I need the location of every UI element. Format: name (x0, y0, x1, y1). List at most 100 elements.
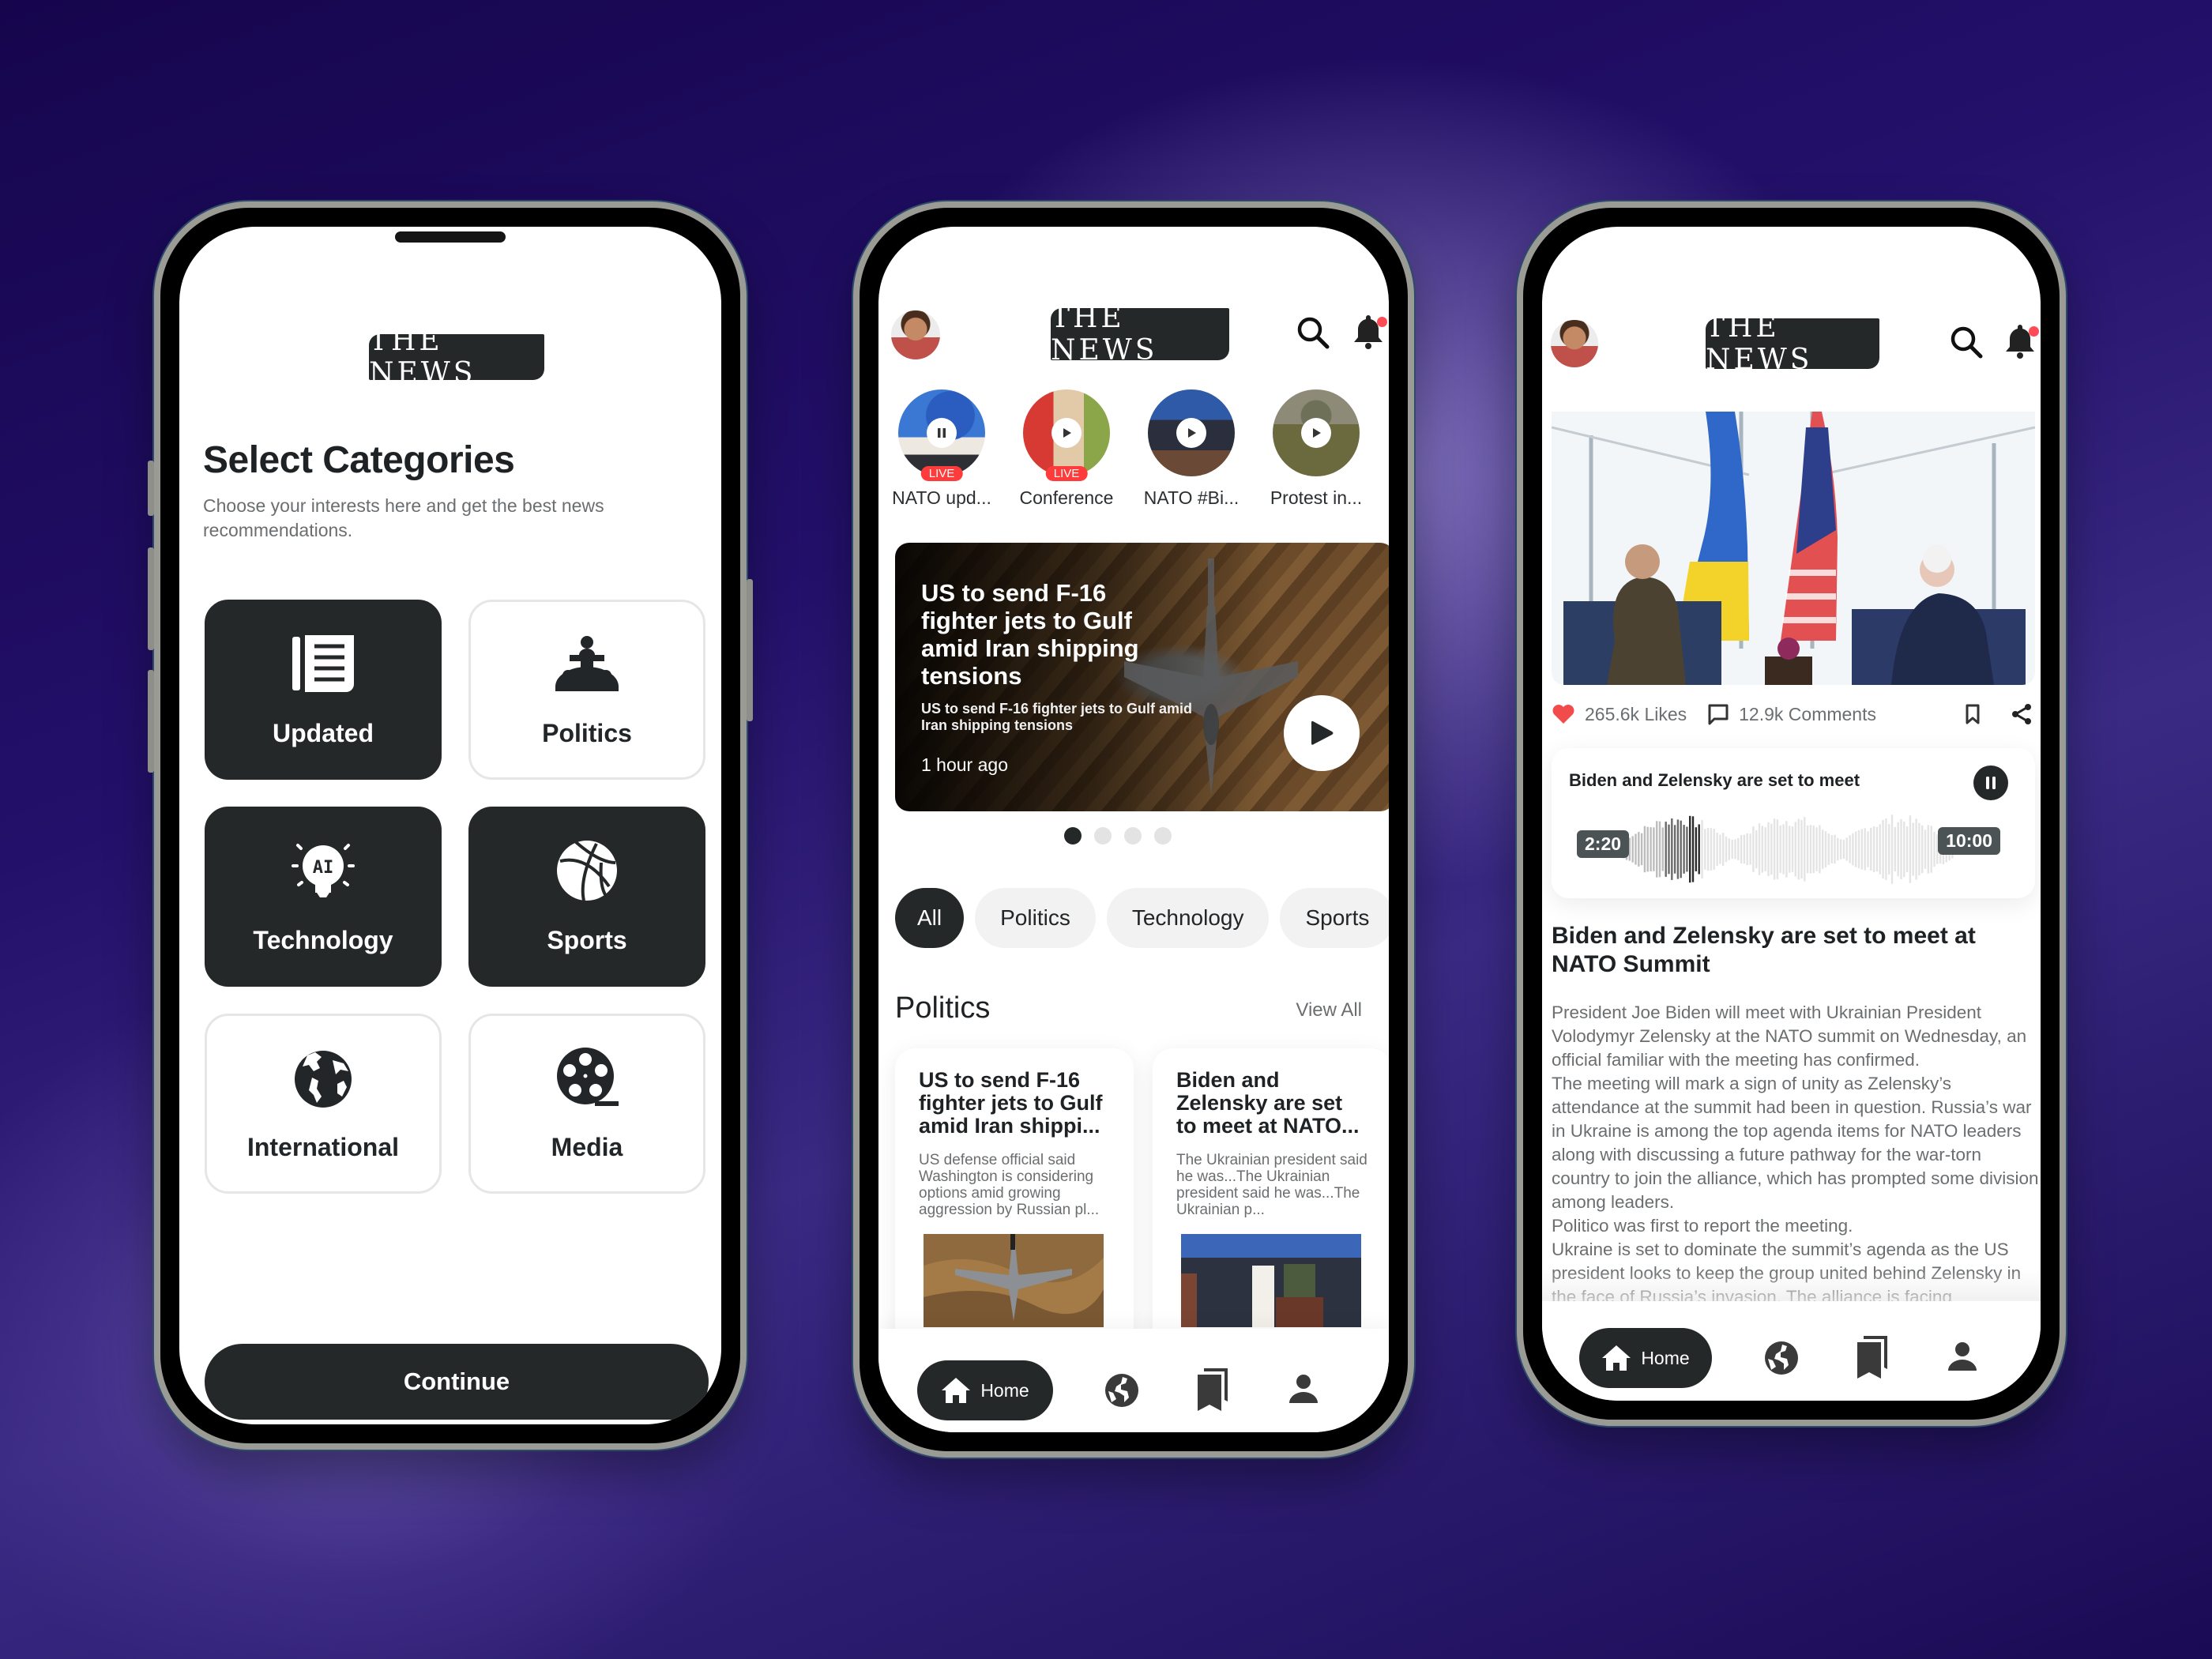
bookmark-icon[interactable] (1959, 701, 1986, 728)
story-item[interactable]: NATO #Bi... (1138, 389, 1245, 509)
story-item[interactable]: LIVE Conference (1013, 389, 1120, 509)
waveform-bar (1804, 817, 1806, 882)
newspaper-icon (292, 632, 355, 695)
waveform-bar (1770, 823, 1773, 875)
waveform-bar (1782, 824, 1785, 875)
play-icon[interactable] (1051, 418, 1082, 448)
card-title: US to send F-16 fighter jets to Gulf ami… (919, 1068, 1103, 1138)
side-button (747, 579, 753, 721)
waveform-bar (1812, 825, 1815, 874)
waveform-bar (1691, 816, 1695, 882)
play-icon[interactable] (1176, 418, 1206, 448)
podium-audience-icon (555, 632, 619, 695)
search-icon[interactable] (1949, 325, 1984, 359)
bookmarks-icon[interactable] (1193, 1368, 1234, 1411)
app-logo: THE NEWS (369, 325, 544, 389)
chip-all[interactable]: All (895, 888, 965, 948)
engagement-bar: 265.6k Likes 12.9k Comments (1552, 701, 2035, 728)
nav-home-label: Home (1641, 1347, 1690, 1368)
category-label: International (246, 1132, 399, 1161)
globe-icon[interactable] (1101, 1370, 1142, 1411)
page-subtitle: Choose your interests here and get the b… (203, 495, 604, 540)
category-politics[interactable]: Politics (468, 600, 705, 780)
pause-icon (1986, 777, 1996, 789)
nav-home[interactable]: Home (917, 1360, 1053, 1420)
category-label: Updated (273, 718, 374, 747)
search-icon[interactable] (1296, 315, 1330, 350)
pause-icon[interactable] (927, 418, 957, 448)
waveform-bar (1924, 830, 1927, 869)
user-avatar[interactable] (891, 310, 940, 359)
live-badge: LIVE (1045, 466, 1088, 481)
article-photo (1552, 412, 2035, 685)
card-summary: US defense official said Washington is c… (919, 1152, 1100, 1218)
phone-article: THE NEWS 265.6k Likes 12.9k Comments Bid… (1517, 201, 2066, 1426)
waveform-bar (1731, 839, 1733, 860)
waveform-bar (1855, 831, 1857, 867)
chip-politics[interactable]: Politics (975, 888, 1096, 948)
profile-icon[interactable] (1283, 1368, 1324, 1409)
waveform-bar (1767, 822, 1770, 876)
view-all-link[interactable]: View All (1296, 999, 1362, 1021)
waveform-bar (1773, 818, 1776, 880)
live-badge: LIVE (920, 466, 963, 481)
category-sports[interactable]: Sports (468, 807, 705, 987)
category-label: Politics (542, 718, 632, 747)
story-thumbnail: LIVE (898, 389, 985, 481)
globe-icon[interactable] (1761, 1337, 1802, 1379)
play-icon (1311, 720, 1334, 745)
app-logo: THE NEWS (1706, 311, 1879, 376)
phone-categories: THE NEWS Select Categories Choose your i… (148, 201, 753, 1450)
carousel-dot[interactable] (1154, 827, 1172, 845)
story-item[interactable]: LIVE NATO upd... (888, 389, 995, 509)
waveform-bar (1653, 827, 1655, 871)
waveform-bar (1710, 828, 1713, 871)
pause-button[interactable] (1973, 766, 2008, 800)
waveform-bar (1761, 826, 1763, 873)
app-logo: THE NEWS (1051, 302, 1229, 367)
category-media[interactable]: Media (468, 1014, 705, 1194)
waveform-bar (1890, 814, 1894, 884)
category-updated[interactable]: Updated (205, 600, 442, 780)
story-item[interactable]: Protest in... (1262, 389, 1370, 509)
featured-story-card[interactable]: US to send F-16 fighter jets to Gulf ami… (895, 543, 1389, 811)
likes[interactable]: 265.6k Likes (1552, 704, 1687, 725)
waveform-bar (1918, 822, 1920, 876)
waveform-bar (1794, 822, 1796, 877)
category-chips: All Politics Technology Sports (895, 888, 1389, 948)
play-icon[interactable] (1301, 418, 1331, 448)
nav-home[interactable]: Home (1579, 1328, 1712, 1388)
bookmarks-icon[interactable] (1853, 1336, 1894, 1379)
carousel-dot[interactable] (1094, 827, 1112, 845)
film-reel-icon (555, 1046, 619, 1109)
share-icon[interactable] (2008, 701, 2035, 728)
category-label: Media (551, 1132, 623, 1161)
waveform-bar (1852, 833, 1854, 866)
side-button (148, 670, 154, 773)
play-button[interactable] (1284, 695, 1360, 771)
carousel-dot[interactable] (1064, 827, 1082, 845)
waveform-bar (1879, 824, 1881, 875)
waveform-bar (1827, 833, 1830, 865)
article-headline: Biden and Zelensky are set to meet at NA… (1552, 923, 1976, 977)
continue-button[interactable]: Continue (205, 1344, 709, 1420)
speaker-grille (395, 231, 506, 243)
chip-technology[interactable]: Technology (1106, 888, 1270, 948)
chip-sports[interactable]: Sports (1280, 888, 1389, 948)
waveform-bar (1779, 826, 1781, 873)
waveform-bar (1746, 833, 1748, 866)
category-international[interactable]: International (205, 1014, 442, 1194)
profile-icon[interactable] (1942, 1336, 1983, 1377)
waveform-bar (1646, 826, 1649, 872)
waveform-bar (1706, 827, 1710, 871)
story-item[interactable]: E (1387, 389, 1389, 509)
story-thumbnail: LIVE (1023, 389, 1110, 481)
waveform-bar (1725, 836, 1728, 863)
audio-waveform[interactable] (1615, 810, 1962, 889)
waveform-bar (1698, 824, 1700, 875)
category-technology[interactable]: AI Technology (205, 807, 442, 987)
screen: THE NEWS Select Categories Choose your i… (179, 227, 721, 1424)
carousel-dot[interactable] (1124, 827, 1142, 845)
user-avatar[interactable] (1551, 320, 1598, 367)
comments[interactable]: 12.9k Comments (1707, 703, 1876, 725)
